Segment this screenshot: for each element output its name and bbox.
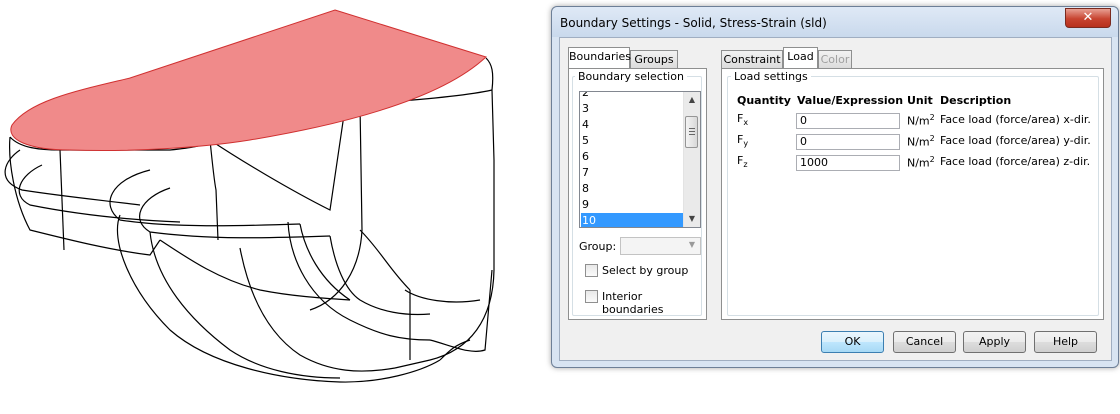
quantity-fy: Fy [737,133,749,149]
load-settings-group [727,76,1099,316]
tab-groups-label: Groups [634,53,674,66]
header-quantity: Quantity [737,94,791,107]
fy-value-input[interactable]: 0 [796,134,900,150]
load-settings-label: Load settings [731,70,811,83]
list-item[interactable]: 9 [581,197,685,213]
geometry-drawing [4,9,495,383]
cancel-button[interactable]: Cancel [893,331,956,353]
close-button[interactable]: ✕ [1065,8,1111,28]
close-icon: ✕ [1082,10,1094,25]
scroll-thumb[interactable] [685,116,698,148]
quantity-fx: Fx [737,112,749,128]
list-item[interactable]: 7 [581,165,685,181]
boundary-listbox[interactable]: 2 3 4 5 6 7 8 9 10 ▲ ▼ [579,91,701,228]
apply-button[interactable]: Apply [963,331,1026,353]
ok-button[interactable]: OK [821,331,884,353]
unit-fx: N/m2 [907,113,935,128]
fz-value-input[interactable]: 1000 [796,155,900,171]
list-item[interactable]: 6 [581,149,685,165]
title-bar[interactable]: Boundary Settings - Solid, Stress-Strain… [552,7,1118,37]
load-panel: Load settings Quantity Value/Expression … [721,68,1104,320]
scroll-up-icon[interactable]: ▲ [684,92,700,108]
list-item-selected[interactable]: 10 [581,213,685,227]
group-label: Group: [579,240,617,253]
scroll-down-icon[interactable]: ▼ [684,211,700,227]
group-dropdown[interactable]: ▼ [620,237,701,255]
boundary-selection-label: Boundary selection [575,70,687,83]
boundary-settings-dialog: Boundary Settings - Solid, Stress-Strain… [551,6,1119,368]
list-item[interactable]: 5 [581,133,685,149]
chevron-down-icon: ▼ [688,240,695,249]
unit-fy: N/m2 [907,134,935,149]
interior-boundaries-label: Interior boundaries [602,290,664,316]
description-fy: Face load (force/area) y-dir. [940,134,1091,147]
header-value: Value/Expression [797,94,904,107]
dialog-title: Boundary Settings - Solid, Stress-Strain… [560,16,827,30]
unit-fz: N/m2 [907,155,935,170]
tab-color: Color [818,50,852,68]
list-item[interactable]: 4 [581,117,685,133]
boundaries-panel: Boundary selection 2 3 4 5 6 7 8 9 10 ▲ … [568,68,707,320]
tab-constraint[interactable]: Constraint [721,50,783,68]
help-button[interactable]: Help [1034,331,1097,353]
description-fz: Face load (force/area) z-dir. [940,155,1091,168]
list-item[interactable]: 3 [581,101,685,117]
interior-boundaries-checkbox[interactable] [585,290,598,303]
geometry-viewport[interactable] [0,0,545,411]
description-fx: Face load (force/area) x-dir. [940,113,1091,126]
tab-boundaries[interactable]: Boundaries [568,47,632,68]
tab-color-label: Color [820,53,850,66]
tab-constraint-label: Constraint [723,53,781,66]
tab-boundaries-label: Boundaries [569,50,632,63]
selected-boundary-face [10,9,487,151]
list-scrollbar[interactable]: ▲ ▼ [683,92,700,227]
tab-load-label: Load [787,50,814,63]
list-item[interactable]: 8 [581,181,685,197]
select-by-group-label: Select by group [602,264,689,277]
quantity-fz: Fz [737,154,748,170]
header-description: Description [940,94,1012,107]
dialog-client-area: Boundaries Groups Boundary selection 2 3… [559,37,1112,361]
tab-load[interactable]: Load [783,47,818,68]
fx-value-input[interactable]: 0 [796,113,900,129]
list-item[interactable]: 2 [581,92,685,101]
tab-groups[interactable]: Groups [630,50,678,68]
select-by-group-checkbox[interactable] [585,264,598,277]
header-unit: Unit [907,94,933,107]
